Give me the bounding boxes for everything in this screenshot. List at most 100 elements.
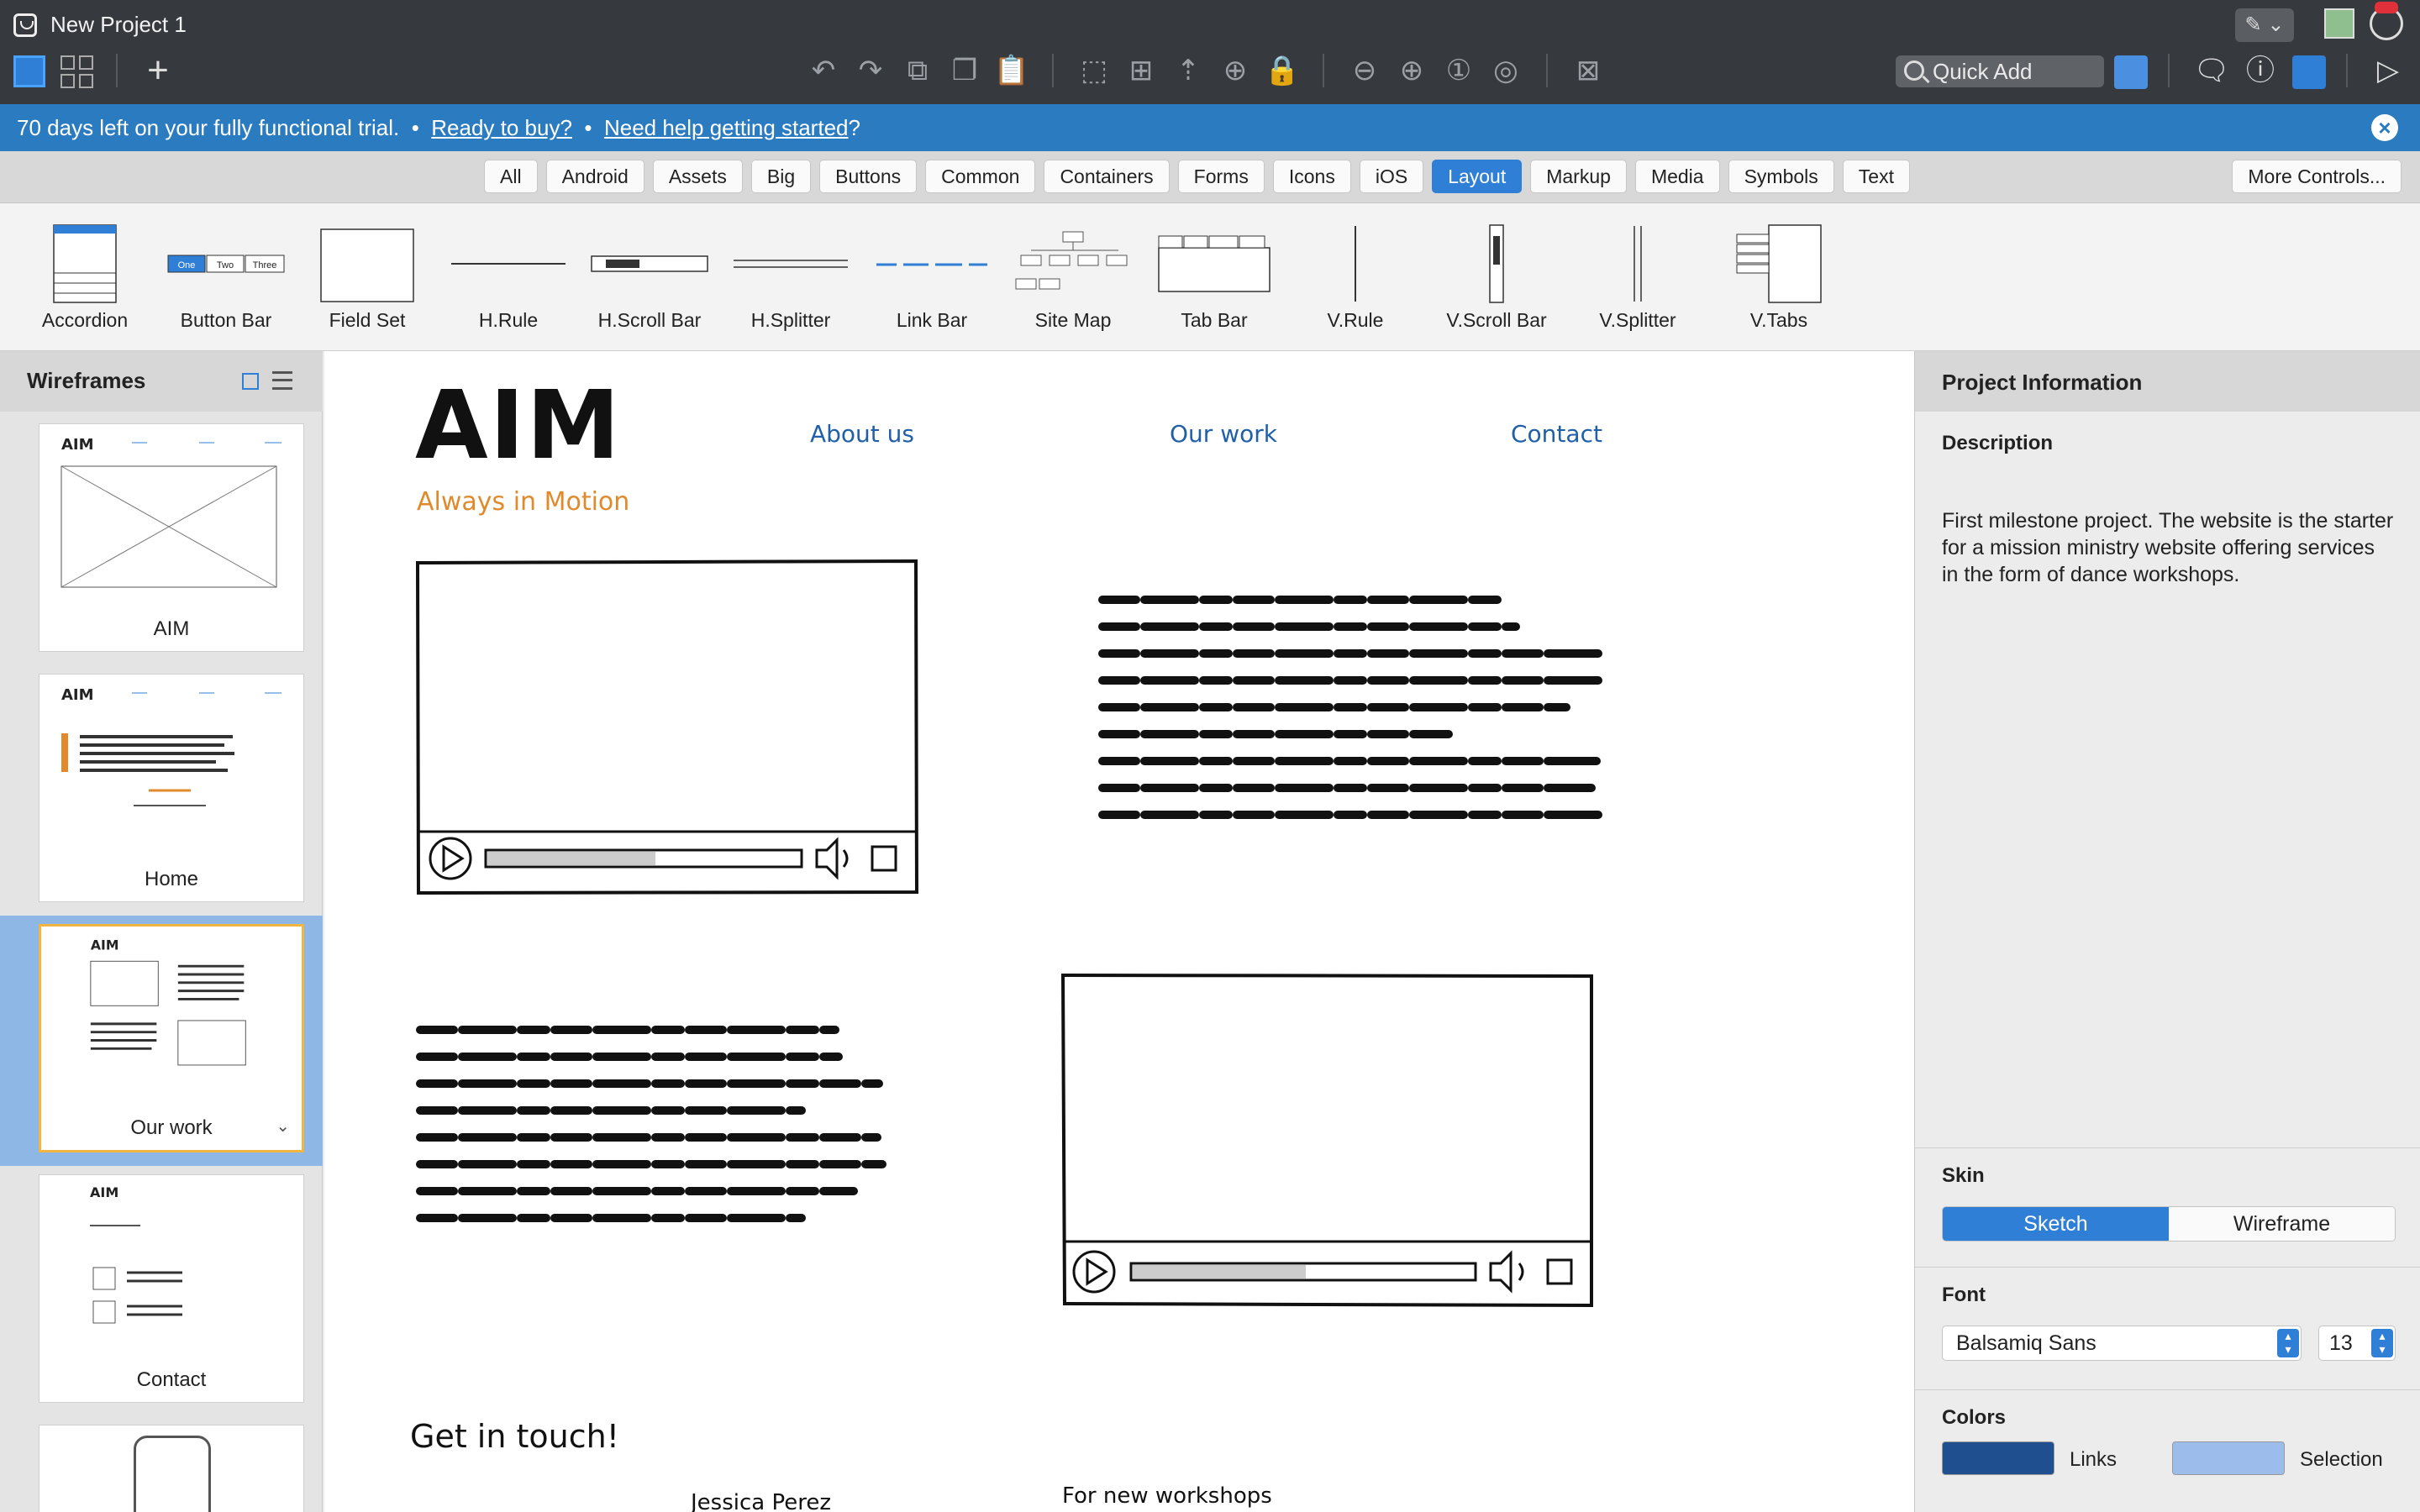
font-family-select[interactable]: Balsamiq Sans ▴ ▾ <box>1942 1326 2302 1361</box>
comment-icon[interactable]: 🗨 <box>2193 52 2230 89</box>
ready-to-buy-link[interactable]: Ready to buy? <box>431 115 572 140</box>
grid-view-icon[interactable] <box>60 55 94 89</box>
ui-library-icon[interactable] <box>2114 55 2148 89</box>
library-item-link-bar[interactable]: Link Bar <box>869 203 995 351</box>
nav-our-work[interactable]: Our work <box>1170 420 1277 448</box>
library-item-button-bar[interactable]: One Two Three Button Bar <box>163 203 289 351</box>
nav-about-us[interactable]: About us <box>810 420 914 448</box>
bring-front-icon[interactable]: ⇡ <box>1170 52 1207 89</box>
wireframes-title: Wireframes <box>27 368 146 393</box>
filter-tab-markup[interactable]: Markup <box>1530 160 1627 193</box>
filter-tab-assets[interactable]: Assets <box>652 160 743 193</box>
stepper-arrows-icon[interactable]: ▴ ▾ <box>2371 1329 2393 1357</box>
app-icon <box>13 13 37 37</box>
wireframe-canvas[interactable]: AIM Always in Motion About us Our work C… <box>324 351 1914 1512</box>
library-item-label: H.Rule <box>478 309 539 331</box>
more-controls-button[interactable]: More Controls... <box>2232 160 2402 193</box>
zoom-in-icon[interactable]: ⊕ <box>1393 52 1430 89</box>
add-icon[interactable]: + <box>139 52 176 89</box>
help-suffix: ? <box>848 115 860 140</box>
project-info-header: Project Information <box>1915 351 2420 412</box>
filter-tab-icons[interactable]: Icons <box>1272 160 1351 193</box>
page-thumbnail-home[interactable]: AIM Home <box>39 674 304 902</box>
undo-icon[interactable]: ↶ <box>805 52 842 89</box>
filter-tab-common[interactable]: Common <box>925 160 1036 193</box>
links-color-swatch[interactable] <box>1942 1441 2054 1475</box>
library-item-v-rule[interactable]: V.Rule <box>1292 203 1418 351</box>
font-size-stepper[interactable]: 13 ▴ ▾ <box>2318 1326 2396 1361</box>
align-icon[interactable]: ⊕ <box>1217 52 1254 89</box>
ungroup-icon[interactable]: ⊞ <box>1123 52 1160 89</box>
page-thumbnail-aim[interactable]: AIM AIM <box>39 423 304 652</box>
v-scroll-bar-thumbnail <box>1489 224 1504 303</box>
clear-icon[interactable]: ⊠ <box>1570 52 1607 89</box>
library-item-label: H.Splitter <box>750 309 831 331</box>
trial-separator: • <box>411 115 419 140</box>
description-label: Description <box>1942 432 2054 454</box>
library-item-accordion[interactable]: Accordion <box>22 203 148 351</box>
library-item-h-rule[interactable]: H.Rule <box>445 203 571 351</box>
library-item-v-splitter[interactable]: V.Splitter <box>1575 203 1701 351</box>
trial-separator: • <box>584 115 592 140</box>
edit-mode-button[interactable]: ✎ ⌄ <box>2235 8 2294 42</box>
library-item-v-scroll-bar[interactable]: V.Scroll Bar <box>1434 203 1560 351</box>
zoom-out-icon[interactable]: ⊖ <box>1346 52 1383 89</box>
duplicate-icon[interactable]: ❐ <box>946 52 983 89</box>
close-icon[interactable]: × <box>2371 114 2398 141</box>
filter-tab-android[interactable]: Android <box>545 160 644 193</box>
filter-tab-big[interactable]: Big <box>750 160 812 193</box>
button-bar-label: One <box>178 260 196 270</box>
library-item-h-scroll-bar[interactable]: H.Scroll Bar <box>587 203 713 351</box>
group-icon[interactable]: ⬚ <box>1076 52 1113 89</box>
chevron-down-icon[interactable]: ⌄ <box>276 1116 290 1137</box>
library-item-label: V.Rule <box>1327 309 1384 331</box>
description-text[interactable]: First milestone project. The website is … <box>1942 507 2396 588</box>
filter-tab-layout[interactable]: Layout <box>1432 160 1523 193</box>
video-player-2[interactable] <box>1060 973 1595 1309</box>
nav-contact[interactable]: Contact <box>1511 420 1602 448</box>
ui-library-strip: Accordion One Two Three Button Bar Field… <box>0 203 2420 351</box>
page-thumbnail-contact[interactable]: AIM Contact <box>39 1174 304 1403</box>
filter-tab-media[interactable]: Media <box>1634 160 1720 193</box>
page-thumbnail-mobile[interactable] <box>39 1425 304 1512</box>
filter-tab-buttons[interactable]: Buttons <box>819 160 918 193</box>
lock-icon[interactable]: 🔒 <box>1264 52 1301 89</box>
copy-icon[interactable]: ⧉ <box>899 52 936 89</box>
single-view-icon[interactable] <box>13 55 45 87</box>
site-logo: AIM <box>415 371 622 480</box>
library-item-field-set[interactable]: Field Set <box>304 203 430 351</box>
paste-icon[interactable]: 📋 <box>993 52 1030 89</box>
filter-tab-ios[interactable]: iOS <box>1359 160 1424 193</box>
redo-icon[interactable]: ↷ <box>852 52 889 89</box>
library-item-v-tabs[interactable]: V.Tabs <box>1716 203 1842 351</box>
skin-option-sketch[interactable]: Sketch <box>1943 1207 2169 1241</box>
filter-tab-containers[interactable]: Containers <box>1044 160 1170 193</box>
library-item-site-map[interactable]: Site Map <box>1010 203 1136 351</box>
skin-label: Skin <box>1942 1164 1985 1187</box>
filter-tab-all[interactable]: All <box>484 160 538 193</box>
properties-icon[interactable] <box>2292 55 2326 89</box>
filter-tab-symbols[interactable]: Symbols <box>1728 160 1834 193</box>
selection-color-swatch[interactable] <box>2172 1441 2285 1475</box>
help-getting-started-link[interactable]: Need help getting started <box>604 115 849 140</box>
page-thumbnail-our-work[interactable]: AIM Our work ⌄ <box>39 924 304 1152</box>
page-preview-logo: AIM <box>61 436 94 454</box>
zoom-actual-icon[interactable]: ① <box>1440 52 1477 89</box>
library-item-tab-bar[interactable]: Tab Bar <box>1151 203 1277 351</box>
skin-option-wireframe[interactable]: Wireframe <box>2169 1207 2395 1241</box>
user-avatar[interactable] <box>2324 8 2354 39</box>
video-player-1[interactable] <box>415 559 919 895</box>
library-item-label: Accordion <box>41 309 129 331</box>
presentation-icon[interactable]: ▷ <box>2370 52 2407 89</box>
filter-tab-text[interactable]: Text <box>1842 160 1910 193</box>
list-view-icon[interactable] <box>272 371 292 390</box>
zoom-fit-icon[interactable]: ◎ <box>1487 52 1524 89</box>
link-bar-thumbnail <box>876 263 987 266</box>
quick-add-input[interactable]: Quick Add <box>1896 55 2104 87</box>
info-icon[interactable]: ⓘ <box>2242 52 2279 89</box>
library-item-label: Link Bar <box>896 309 968 331</box>
thumbnail-view-icon[interactable] <box>242 373 259 390</box>
library-item-h-splitter[interactable]: H.Splitter <box>728 203 854 351</box>
page-preview-home: AIM <box>61 686 281 806</box>
filter-tab-forms[interactable]: Forms <box>1177 160 1265 193</box>
